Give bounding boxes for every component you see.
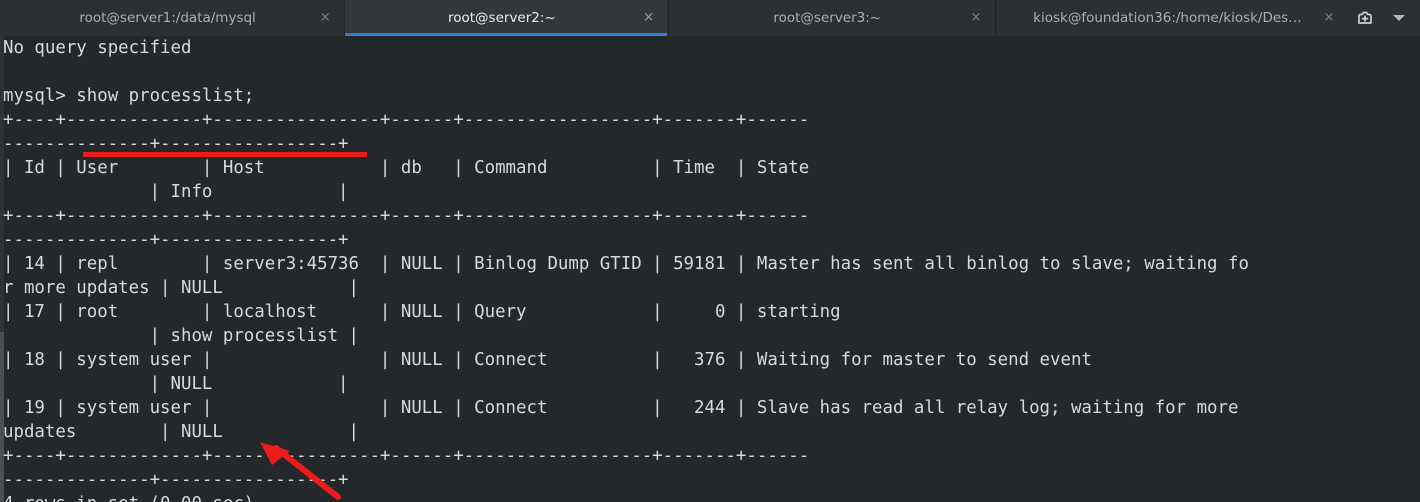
new-tab-button[interactable] <box>1348 0 1382 36</box>
terminal-line: --------------+-----------------+ <box>3 470 349 490</box>
terminal-line: | 18 | system user | | NULL | Connect | … <box>3 350 1092 370</box>
tab-close-icon[interactable]: × <box>968 10 984 26</box>
tab-close-icon[interactable]: × <box>641 10 657 26</box>
terminal-line: 4 rows in set (0.00 sec) <box>3 492 1420 502</box>
new-tab-plus-icon <box>1358 11 1372 24</box>
terminal-line: | 19 | system user | | NULL | Connect | … <box>3 398 1239 418</box>
tab-bar-controls <box>1348 0 1420 36</box>
tab-close-icon[interactable]: × <box>1321 10 1337 26</box>
terminal-line: No query specified <box>3 38 192 58</box>
annotation-underline <box>83 152 367 157</box>
terminal-line: | show processlist | <box>3 326 359 346</box>
chevron-down-icon <box>1393 15 1405 21</box>
terminal-line: | 14 | repl | server3:45736 | NULL | Bin… <box>3 254 1249 274</box>
terminal-screen: No query specified mysql> show processli… <box>3 36 1420 502</box>
terminal-window: root@server1:/data/mysql × root@server2:… <box>0 0 1420 502</box>
tab-close-icon[interactable]: × <box>317 10 333 26</box>
tab-title: root@server3:~ <box>773 10 882 26</box>
terminal-line: updates | NULL | <box>3 422 359 442</box>
tab-root-server2[interactable]: root@server2:~ × <box>345 0 668 36</box>
terminal-line: | NULL | <box>3 374 349 394</box>
terminal-prompt-line: mysql> show processlist; <box>3 86 255 106</box>
tab-title: root@server1:/data/mysql <box>79 10 256 26</box>
tab-title: root@server2:~ <box>447 10 556 26</box>
tab-root-server1[interactable]: root@server1:/data/mysql × <box>0 0 345 36</box>
tab-kiosk-foundation36[interactable]: kiosk@foundation36:/home/kiosk/Des… × <box>995 0 1348 36</box>
tab-root-server3[interactable]: root@server3:~ × <box>668 0 995 36</box>
terminal-line: +----+-------------+----------------+---… <box>3 446 810 466</box>
terminal-line: | Id | User | Host | db | Command | Time… <box>3 158 810 178</box>
terminal-line: | 17 | root | localhost | NULL | Query |… <box>3 302 841 322</box>
tab-bar: root@server1:/data/mysql × root@server2:… <box>0 0 1420 36</box>
terminal-line: +----+-------------+----------------+---… <box>3 206 810 226</box>
terminal-line: +----+-------------+----------------+---… <box>3 110 810 130</box>
tab-title: kiosk@foundation36:/home/kiosk/Des… <box>1033 10 1302 26</box>
terminal-line: | Info | <box>3 182 349 202</box>
terminal-line: r more updates | NULL | <box>3 278 359 298</box>
tab-menu-button[interactable] <box>1386 0 1412 36</box>
terminal-body[interactable]: No query specified mysql> show processli… <box>0 36 1420 502</box>
terminal-line: --------------+-----------------+ <box>3 230 349 250</box>
